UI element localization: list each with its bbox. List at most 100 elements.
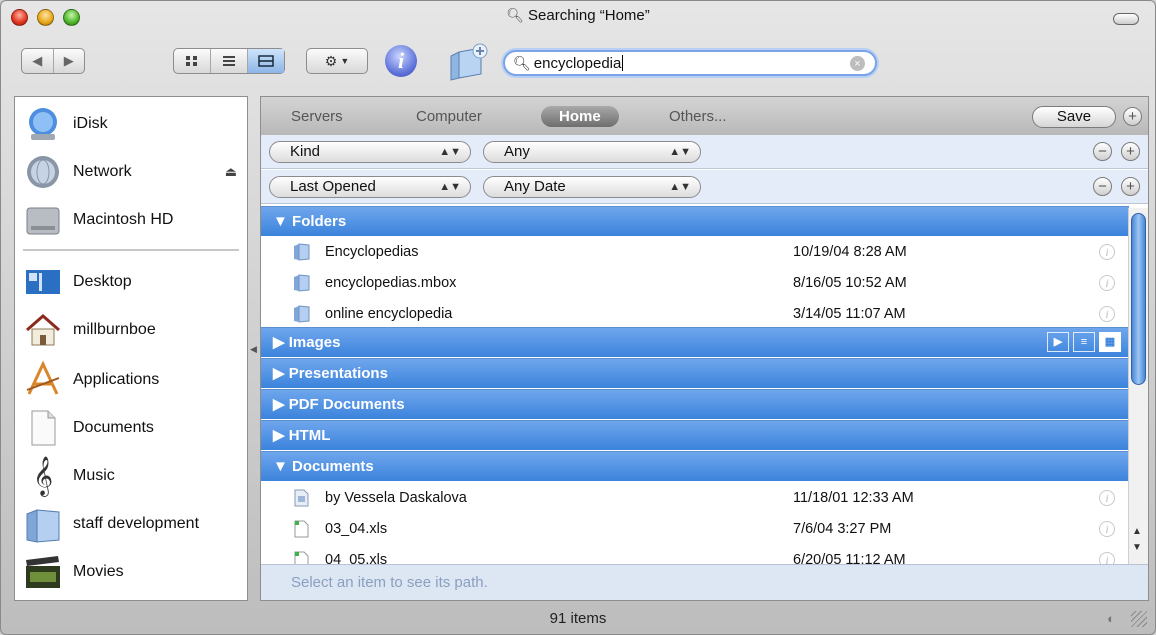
forward-button[interactable]: ▶: [54, 49, 85, 73]
group-header-folders[interactable]: ▼ Folders: [261, 206, 1129, 236]
scope-others[interactable]: Others...: [669, 106, 727, 127]
remove-criteria-icon[interactable]: −: [1093, 142, 1112, 161]
info-icon[interactable]: i: [1099, 275, 1115, 291]
spreadsheet-icon: [294, 520, 309, 538]
save-button[interactable]: Save: [1032, 106, 1116, 128]
sidebar-item-home[interactable]: millburnboe: [15, 307, 247, 353]
resize-grip-icon[interactable]: [1131, 611, 1147, 627]
disclosure-closed-icon: ▶: [273, 334, 285, 351]
popup-arrows-icon: ▲▼: [439, 146, 461, 158]
vertical-scrollbar[interactable]: ▲ ▼: [1128, 208, 1148, 565]
search-input[interactable]: encyclopedia: [534, 55, 622, 72]
finder-window: 🔍︎ Searching “Home” ◀ ▶ ⚙ ▼ i 🔍︎ encyclo…: [0, 0, 1156, 635]
chevron-down-icon: ▼: [340, 56, 350, 66]
attribute-popup[interactable]: Last Opened ▲▼: [269, 176, 471, 198]
table-row[interactable]: encyclopedias.mbox 8/16/05 10:52 AM i: [261, 268, 1129, 298]
add-criteria-icon[interactable]: +: [1123, 107, 1142, 126]
table-row[interactable]: online encyclopedia 3/14/05 11:07 AM i: [261, 299, 1129, 329]
criteria-row: Last Opened ▲▼ Any Date ▲▼ − +: [261, 170, 1148, 204]
group-header-html[interactable]: ▶ HTML: [261, 420, 1129, 450]
add-criteria-icon[interactable]: +: [1121, 142, 1140, 161]
slideshow-icon[interactable]: ▶: [1047, 332, 1069, 352]
harddisk-icon: [26, 207, 60, 235]
list-view-icon: [223, 56, 235, 66]
scroll-up-arrow-icon[interactable]: ▲: [1132, 526, 1142, 537]
table-row[interactable]: 03_04.xls 7/6/04 3:27 PM i: [261, 514, 1129, 544]
value-popup[interactable]: Any Date ▲▼: [483, 176, 701, 198]
info-icon: i: [397, 48, 405, 73]
sidebar-item-movies[interactable]: Movies: [15, 549, 247, 595]
desktop-icon: [26, 270, 60, 294]
value-popup[interactable]: Any ▲▼: [483, 141, 701, 163]
group-header-images[interactable]: ▶ Images ▶ ≡ ▦: [261, 327, 1129, 357]
get-info-button[interactable]: i: [385, 45, 417, 77]
add-criteria-icon[interactable]: +: [1121, 177, 1140, 196]
item-count: 91 items: [549, 610, 607, 627]
path-bar: Select an item to see its path.: [261, 564, 1148, 600]
magnifier-icon: 🔍︎: [506, 7, 525, 23]
icon-view-button[interactable]: [174, 49, 211, 73]
search-field[interactable]: 🔍︎ encyclopedia ×: [503, 50, 877, 76]
info-icon[interactable]: i: [1099, 521, 1115, 537]
sidebar-item-documents[interactable]: Documents: [15, 405, 247, 451]
sidebar-item-macintosh-hd[interactable]: Macintosh HD: [15, 197, 247, 243]
window-title: 🔍︎ Searching “Home”: [506, 7, 650, 24]
scope-servers[interactable]: Servers: [291, 106, 343, 127]
documents-icon: [31, 410, 56, 446]
remove-criteria-icon[interactable]: −: [1093, 177, 1112, 196]
sidebar-item-idisk[interactable]: iDisk: [15, 101, 247, 147]
movies-icon: [26, 556, 60, 588]
group-header-presentations[interactable]: ▶ Presentations: [261, 358, 1129, 388]
new-folder-icon: [450, 43, 488, 81]
scope-bar: Servers Computer Home Others... Save +: [261, 97, 1148, 135]
sidebar-item-music[interactable]: 𝄞 Music: [15, 453, 247, 499]
column-view-button[interactable]: [248, 49, 284, 73]
scope-computer[interactable]: Computer: [416, 106, 482, 127]
table-row[interactable]: by Vessela Daskalova 11/18/01 12:33 AM i: [261, 483, 1129, 513]
criteria-row: Kind ▲▼ Any ▲▼ − +: [261, 135, 1148, 169]
popup-arrows-icon: ▲▼: [669, 146, 691, 158]
group-header-pdf[interactable]: ▶ PDF Documents: [261, 389, 1129, 419]
scroll-thumb[interactable]: [1131, 213, 1146, 385]
sidebar-item-desktop[interactable]: Desktop: [15, 259, 247, 305]
column-view-icon: [258, 55, 274, 67]
sidebar-item-network[interactable]: Network ⏏: [15, 149, 247, 195]
disclosure-open-icon: ▼: [273, 458, 288, 475]
disclosure-open-icon: ▼: [273, 213, 288, 230]
forward-arrow-icon: ▶: [63, 53, 74, 68]
icon-view-icon[interactable]: ▦: [1099, 332, 1121, 352]
back-forward-control: ◀ ▶: [21, 48, 85, 74]
clear-search-icon[interactable]: ×: [850, 56, 865, 71]
scope-home[interactable]: Home: [541, 106, 619, 127]
eject-icon[interactable]: ⏏: [225, 164, 237, 180]
sidebar-item-applications[interactable]: Applications: [15, 357, 247, 403]
attribute-popup[interactable]: Kind ▲▼: [269, 141, 471, 163]
toolbar-toggle-button[interactable]: [1113, 13, 1139, 25]
list-view-icon[interactable]: ≡: [1073, 332, 1095, 352]
new-folder-button[interactable]: [445, 42, 489, 82]
popup-arrows-icon: ▲▼: [669, 181, 691, 193]
view-control: [173, 48, 285, 74]
info-icon[interactable]: i: [1099, 244, 1115, 260]
folder-icon: [294, 274, 310, 292]
music-icon: 𝄞: [32, 457, 54, 495]
spinner-icon: ◐: [1107, 611, 1115, 626]
action-menu-button[interactable]: ⚙ ▼: [306, 48, 368, 74]
applications-icon: [26, 360, 60, 395]
folder-icon: [26, 509, 60, 543]
folder-icon: [294, 243, 310, 261]
info-icon[interactable]: i: [1099, 490, 1115, 506]
scroll-down-arrow-icon[interactable]: ▼: [1132, 542, 1142, 553]
list-view-button[interactable]: [211, 49, 248, 73]
sidebar-resize-handle[interactable]: ◀: [250, 344, 257, 355]
icon-view-icon: [186, 56, 197, 66]
document-icon: [294, 489, 309, 507]
title-bar[interactable]: 🔍︎ Searching “Home”: [1, 1, 1155, 37]
group-header-documents[interactable]: ▼ Documents: [261, 451, 1129, 481]
back-button[interactable]: ◀: [22, 49, 54, 73]
disclosure-closed-icon: ▶: [273, 427, 285, 444]
sidebar-item-staff-development[interactable]: staff development: [15, 501, 247, 547]
table-row[interactable]: Encyclopedias 10/19/04 8:28 AM i: [261, 237, 1129, 267]
info-icon[interactable]: i: [1099, 306, 1115, 322]
network-icon: [27, 156, 59, 188]
